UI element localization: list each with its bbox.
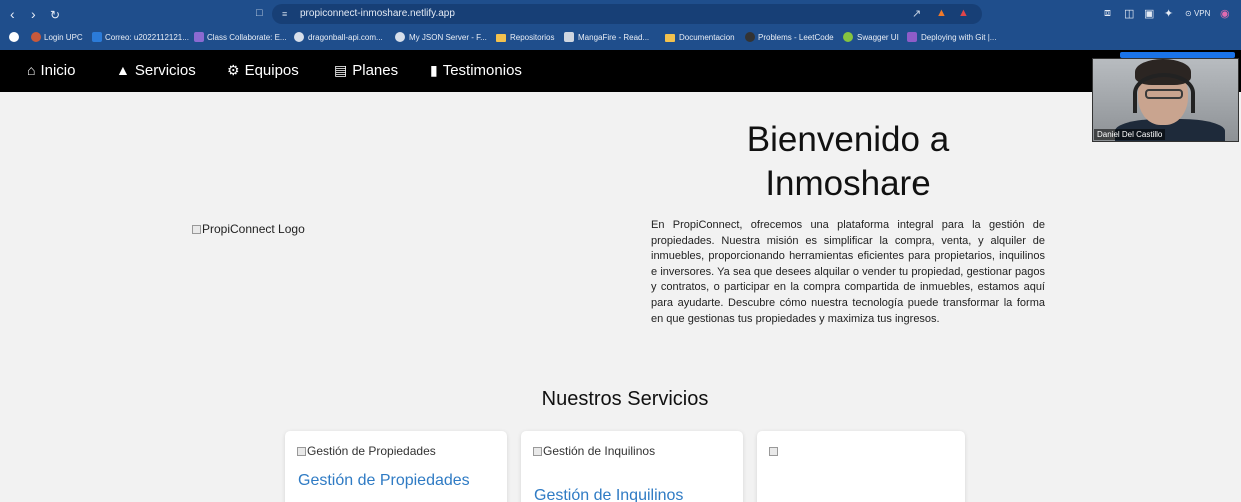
services-title: Nuestros Servicios [541, 388, 709, 410]
upc-icon [31, 32, 41, 42]
service-image: Gestión de Propiedades [297, 444, 436, 458]
bookmark-icon[interactable]: □ [256, 7, 263, 19]
mangafire-icon [564, 32, 574, 42]
bookmark-deploying[interactable]: Deploying with Git |... [921, 33, 996, 42]
hero-title: Bienvenido a Inmoshare [746, 120, 950, 203]
service-title[interactable]: Gestión de Inquilinos [534, 487, 683, 502]
bookmark-correo[interactable]: Correo: u2022112121... [105, 33, 189, 42]
broken-image-icon [192, 225, 201, 234]
folder-icon [496, 34, 506, 42]
hero-description: En PropiConnect, ofrecemos una plataform… [651, 219, 1045, 325]
nav-servicios[interactable]: ▲ Servicios [116, 62, 196, 79]
bookmark-leetcode[interactable]: Problems - LeetCode [758, 33, 834, 42]
glasses-icon [1145, 89, 1183, 99]
list-icon: ▤ [334, 62, 348, 78]
globe-icon [294, 32, 304, 42]
bookmark-repositorios[interactable]: Repositorios [510, 33, 554, 42]
deploy-icon [907, 32, 917, 42]
broken-image-icon [297, 447, 306, 456]
comment-icon: ▮ [430, 62, 438, 78]
back-icon[interactable]: ‹ [10, 6, 15, 22]
extensions-icon[interactable]: ⧈ [1104, 7, 1111, 20]
bookmark-class-collaborate[interactable]: Class Collaborate: E... [207, 33, 287, 42]
bookmark-swagger[interactable]: Swagger UI [857, 33, 899, 42]
broken-image-icon [533, 447, 542, 456]
nav-testimonios[interactable]: ▮ Testimonios [430, 62, 522, 79]
swagger-icon [843, 32, 853, 42]
github-icon [395, 32, 405, 42]
bookmark-mangafire[interactable]: MangaFire - Read... [578, 33, 649, 42]
sidebar-icon[interactable]: ◫ [1124, 7, 1134, 20]
service-image: Gestión de Inquilinos [533, 444, 655, 458]
bookmark-login-upc[interactable]: Login UPC [44, 33, 83, 42]
nav-planes-label: Planes [352, 62, 399, 79]
service-card[interactable] [757, 431, 965, 502]
rewards-icon[interactable]: ▲ [958, 7, 969, 19]
site-info-icon[interactable]: ≡ [282, 9, 287, 19]
nav-equipos[interactable]: ⚙ Equipos [227, 62, 299, 79]
bookmark-dragonball[interactable]: dragonball-api.com... [308, 33, 383, 42]
nav-equipos-label: Equipos [244, 62, 299, 79]
brave-shield-icon[interactable]: ▲ [936, 7, 947, 19]
nav-planes[interactable]: ▤ Planes [334, 62, 398, 79]
home-icon: ⌂ [27, 62, 36, 78]
url-text[interactable]: propiconnect-inmoshare.netlify.app [300, 8, 455, 19]
leetcode-icon [745, 32, 755, 42]
logo-image: PropiConnect Logo [192, 222, 305, 236]
menu-icon[interactable]: ◉ [1220, 7, 1230, 20]
forward-icon[interactable]: › [31, 6, 36, 22]
share-icon[interactable]: ↗ [912, 7, 921, 20]
service-image-alt: Gestión de Inquilinos [543, 444, 656, 458]
nav-servicios-label: Servicios [134, 62, 196, 79]
nav-inicio-label: Inicio [40, 62, 76, 79]
folder-icon [665, 34, 675, 42]
vpn-button[interactable]: ⊙ VPN [1185, 9, 1210, 18]
service-image-alt: Gestión de Propiedades [307, 444, 436, 458]
text-cursor-icon: I [915, 175, 919, 189]
bell-icon: ▲ [116, 62, 130, 78]
webcam-name: Daniel Del Castillo [1094, 129, 1166, 140]
service-title[interactable]: Gestión de Propiedades [298, 472, 470, 490]
reload-icon[interactable]: ↻ [50, 7, 60, 23]
outlook-icon [92, 32, 102, 42]
leo-ai-icon[interactable]: ✦ [1164, 7, 1173, 20]
service-card[interactable]: Gestión de Propiedades Gestión de Propie… [285, 431, 507, 502]
nav-inicio[interactable]: ⌂ Inicio [27, 62, 76, 79]
service-image [769, 444, 779, 458]
bookmark-documentacion[interactable]: Documentacion [679, 33, 735, 42]
nav-testimonios-label: Testimonios [442, 62, 522, 79]
broken-image-icon [769, 447, 778, 456]
logo-alt-text: PropiConnect Logo [202, 222, 305, 236]
service-card[interactable]: Gestión de Inquilinos Gestión de Inquili… [521, 431, 743, 502]
bookmark-json-server[interactable]: My JSON Server - F... [409, 33, 487, 42]
wallet-icon[interactable]: ▣ [1144, 7, 1154, 20]
gears-icon: ⚙ [227, 62, 240, 78]
brave-icon [9, 32, 19, 42]
collaborate-icon [194, 32, 204, 42]
vpn-label: VPN [1193, 9, 1211, 18]
